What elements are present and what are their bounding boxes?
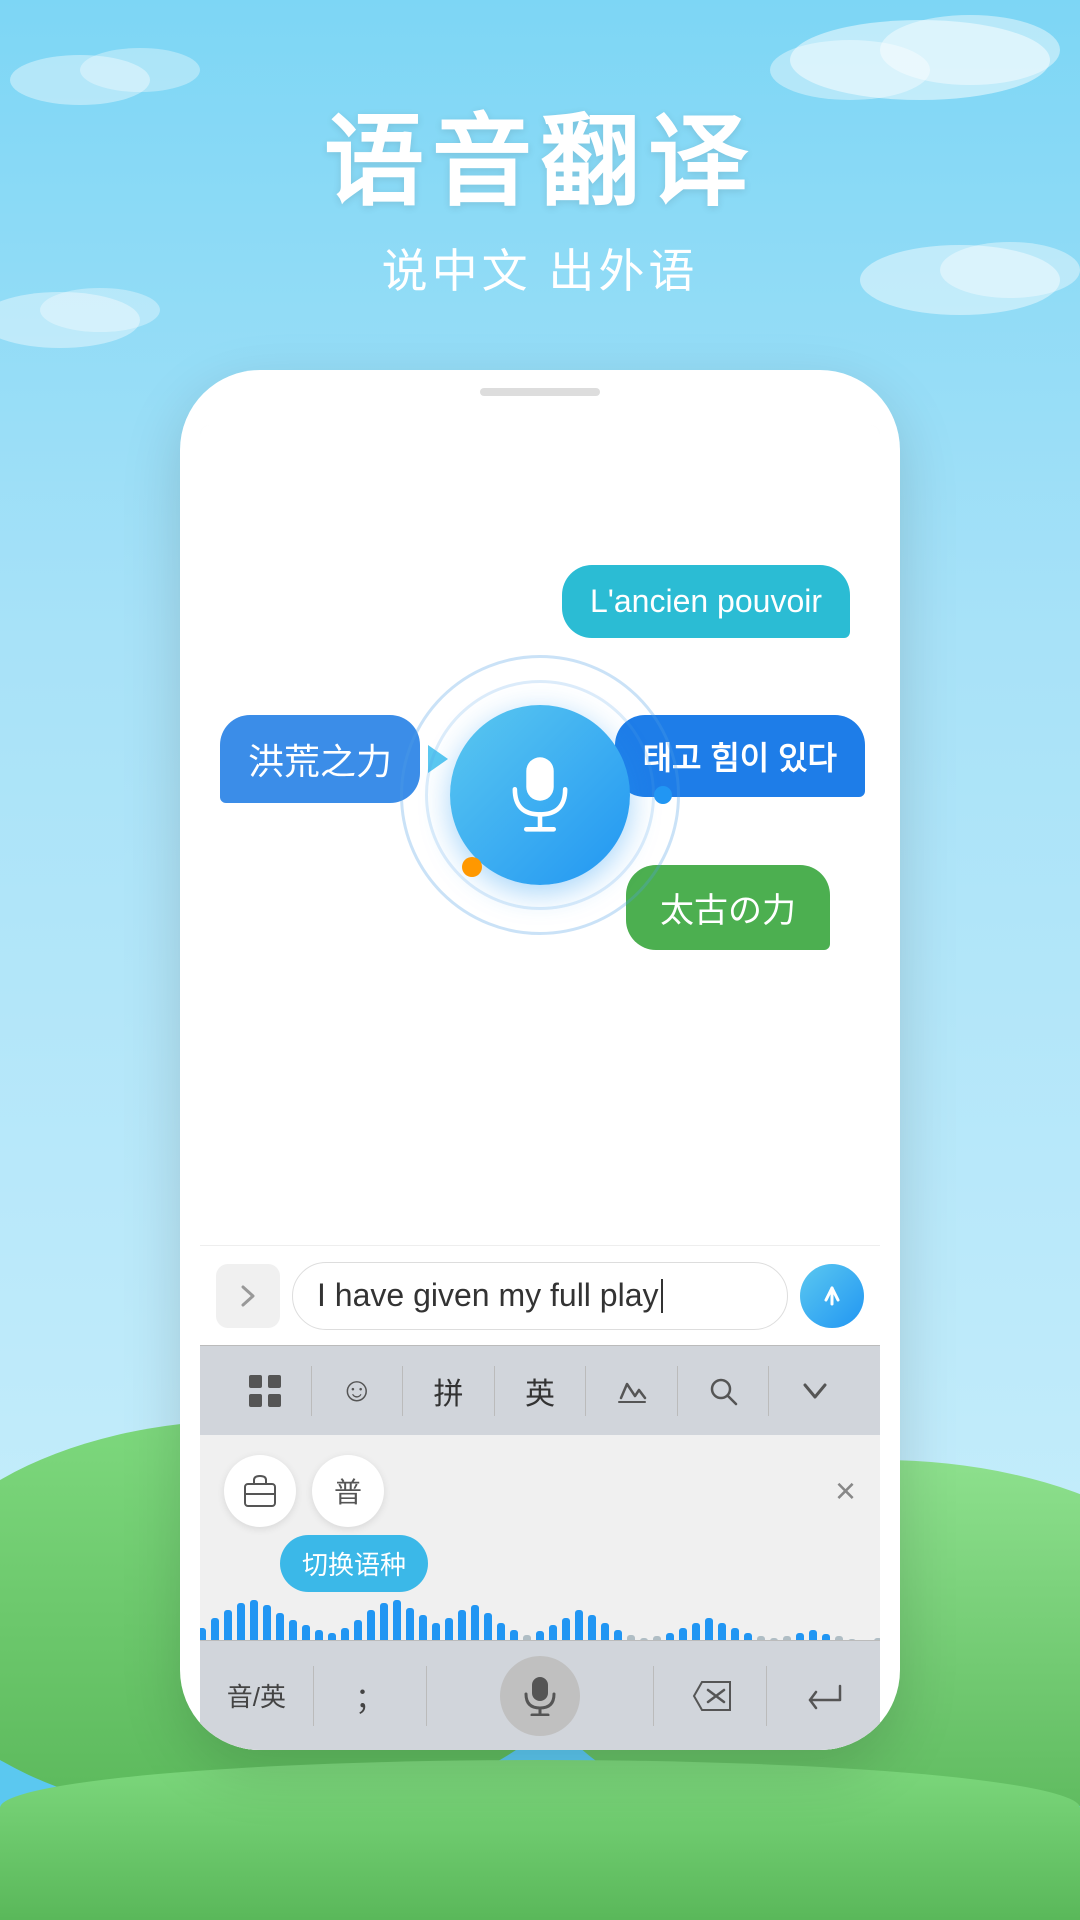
- close-voice-btn[interactable]: ×: [835, 1470, 856, 1512]
- comma-label: ；: [355, 1674, 385, 1718]
- phone-notch: [480, 388, 600, 396]
- bottom-mic-button[interactable]: [500, 1656, 580, 1736]
- phone-mockup: L'ancien pouvoir 洪荒之力 태고 힘이 있다 太古の力: [180, 370, 900, 1750]
- keyboard-toolbar: ☺ 拼 英: [200, 1345, 880, 1435]
- phone-inner: L'ancien pouvoir 洪荒之力 태고 힘이 있다 太古の力: [200, 425, 880, 1750]
- text-input-field[interactable]: I have given my full play: [292, 1262, 788, 1330]
- text-cursor: [661, 1279, 663, 1313]
- enter-btn[interactable]: [767, 1641, 880, 1750]
- enter-icon: [802, 1678, 846, 1714]
- input-text: I have given my full play: [317, 1277, 659, 1314]
- lang-toggle-label: 音/英: [227, 1677, 286, 1714]
- blue-dot: [654, 786, 672, 804]
- bubble-french: L'ancien pouvoir: [562, 565, 850, 638]
- chevron-down-icon: [799, 1375, 831, 1407]
- bottom-mic-icon: [522, 1676, 558, 1716]
- expand-button[interactable]: [216, 1264, 280, 1328]
- main-title: 语音翻译: [0, 80, 1080, 225]
- handwrite-btn[interactable]: [586, 1346, 677, 1435]
- keyboard-grid-btn[interactable]: [220, 1346, 311, 1435]
- briefcase-icon: [241, 1472, 279, 1510]
- chat-area: L'ancien pouvoir 洪荒之力 태고 힘이 있다 太古の力: [200, 425, 880, 1245]
- send-icon: [816, 1280, 848, 1312]
- sub-title: 说中文 出外语: [0, 235, 1080, 301]
- bubble-chinese: 洪荒之力: [220, 715, 420, 803]
- handwrite-icon: [615, 1374, 649, 1408]
- orange-dot: [462, 857, 482, 877]
- english-btn[interactable]: 英: [495, 1346, 586, 1435]
- mic-container[interactable]: [400, 655, 680, 935]
- grid-icon: [247, 1373, 283, 1409]
- phone-bottom-bar: 音/英 ；: [200, 1640, 880, 1750]
- voice-pu-btn[interactable]: 普: [312, 1455, 384, 1527]
- comma-btn[interactable]: ；: [314, 1641, 427, 1750]
- close-icon: ×: [835, 1470, 856, 1511]
- search-btn[interactable]: [678, 1346, 769, 1435]
- emoji-btn[interactable]: ☺: [312, 1346, 403, 1435]
- input-area: I have given my full play: [200, 1245, 880, 1345]
- delete-icon: [688, 1678, 732, 1714]
- microphone-icon: [505, 755, 575, 835]
- voice-bag-btn[interactable]: [224, 1455, 296, 1527]
- collapse-btn[interactable]: [769, 1346, 860, 1435]
- chevron-right-icon: [233, 1281, 263, 1311]
- voice-header: 普 ×: [200, 1435, 880, 1537]
- pu-label: 普: [334, 1471, 362, 1511]
- pinyin-btn[interactable]: 拼: [403, 1346, 494, 1435]
- delete-btn[interactable]: [654, 1641, 767, 1750]
- lang-toggle-btn[interactable]: 音/英: [200, 1641, 313, 1750]
- bottom-mic-area[interactable]: [427, 1641, 652, 1750]
- search-icon: [707, 1375, 739, 1407]
- send-button[interactable]: [800, 1264, 864, 1328]
- title-area: 语音翻译 说中文 出外语: [0, 80, 1080, 301]
